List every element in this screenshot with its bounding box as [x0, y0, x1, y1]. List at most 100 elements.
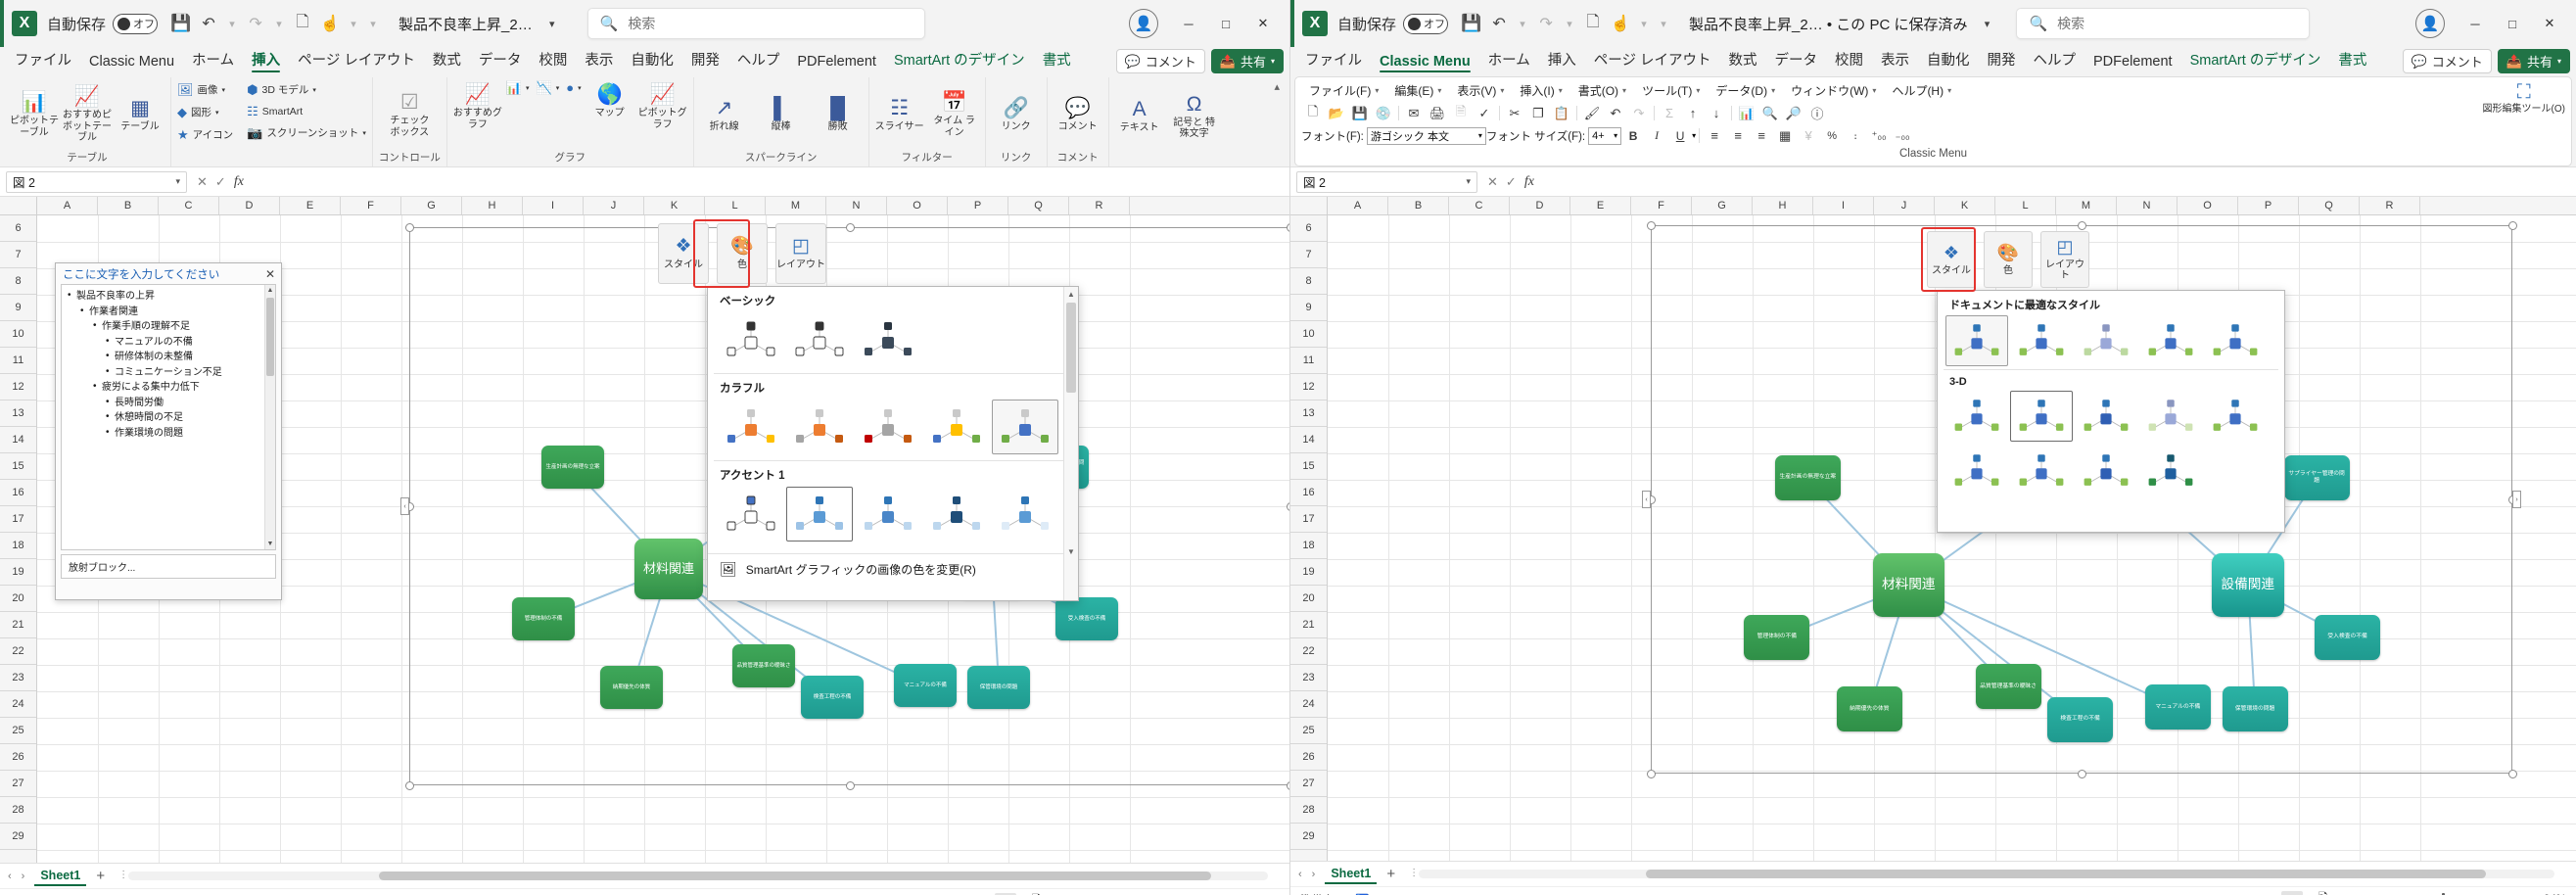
row-header-7[interactable]: 7 — [1290, 242, 1327, 268]
gallery-item-accent1-5[interactable] — [992, 487, 1058, 542]
classic-menu-item-4[interactable]: 書式(O) ▾ — [1570, 82, 1634, 99]
smartart-leaf-node-7[interactable]: 受入検査の不備 — [2315, 614, 2381, 660]
gallery-item-3d-2[interactable] — [2010, 391, 2073, 442]
cut-icon[interactable]: ✂ — [1503, 103, 1526, 123]
screenshot-button[interactable]: 📷 スクリーンショット ▾ — [247, 125, 366, 140]
gallery-item-3d-1[interactable] — [1945, 391, 2008, 442]
align-left-icon[interactable]: ≡ — [1703, 125, 1726, 146]
redo-icon[interactable]: ↷ — [242, 10, 269, 37]
classic-menu-item-3[interactable]: 挿入(I) ▾ — [1512, 82, 1569, 99]
row-header-29[interactable]: 29 — [0, 824, 36, 850]
text-pane-item-7[interactable]: 長時間労働 — [104, 396, 261, 410]
column-header-B[interactable]: B — [98, 197, 159, 214]
slicer-button[interactable]: ☷ スライサー — [875, 95, 924, 133]
gallery-item-3d-8[interactable] — [2075, 446, 2137, 496]
select-all-corner[interactable] — [0, 197, 37, 214]
ribbon-tab-0[interactable]: ファイル — [6, 47, 80, 74]
horizontal-scrollbar[interactable]: ⋮ — [1409, 868, 2554, 878]
row-header-24[interactable]: 24 — [1290, 691, 1327, 718]
formula-enter-icon[interactable]: ✓ — [215, 174, 226, 190]
page-break-icon[interactable]: ▤ — [2344, 891, 2365, 895]
classic-menu-item-7[interactable]: ウィンドウ(W) ▾ — [1783, 82, 1884, 99]
ribbon-tab-7[interactable]: 校閲 — [530, 47, 576, 74]
save-icon[interactable]: 💾 — [1348, 103, 1372, 123]
row-header-22[interactable]: 22 — [0, 638, 36, 665]
smartart-leaf-node-1[interactable]: 管理体制の不備 — [512, 597, 575, 640]
recommended-pivot-button[interactable]: 📈 おすすめピボットテーブル — [63, 83, 112, 144]
column-header-K[interactable]: K — [1935, 197, 1995, 214]
row-header-16[interactable]: 16 — [0, 480, 36, 506]
print-icon[interactable]: 🖨 — [1426, 103, 1449, 123]
smartart-leaf-node-7[interactable]: 受入検査の不備 — [1055, 597, 1118, 640]
save-as-icon[interactable]: 💿 — [1372, 103, 1395, 123]
select-all-corner[interactable] — [1290, 197, 1328, 214]
link-button[interactable]: 🔗 リンク — [992, 95, 1041, 133]
row-header-28[interactable]: 28 — [1290, 797, 1327, 824]
row-header-19[interactable]: 19 — [0, 559, 36, 586]
normal-view-icon[interactable]: ▦ — [2280, 890, 2303, 895]
grid-cells[interactable]: ‹›生産計画の無理な立案管理体制の不備納期優先の体質品質管理基準の曖昧さ検査工程… — [37, 215, 1289, 863]
ribbon-tab-11[interactable]: ヘルプ — [728, 47, 789, 74]
column-header-G[interactable]: G — [1692, 197, 1753, 214]
gallery-item-colorful-1[interactable] — [718, 400, 784, 454]
redo-icon[interactable]: ↷ — [1532, 10, 1560, 37]
smartart-leaf-node-5[interactable]: マニュアルの不備 — [894, 664, 957, 707]
column-header-E[interactable]: E — [280, 197, 341, 214]
row-header-22[interactable]: 22 — [1290, 638, 1327, 665]
comments-button[interactable]: 💬 コメント — [2402, 49, 2492, 73]
account-icon[interactable]: 👤 — [2415, 9, 2445, 38]
ribbon-tab-10[interactable]: 開発 — [1979, 47, 2025, 74]
autosave-toggle[interactable]: オフ — [113, 13, 159, 34]
row-header-7[interactable]: 7 — [0, 242, 36, 268]
gallery-item-accent1-4[interactable] — [923, 487, 990, 542]
recommended-charts-button[interactable]: 📈 おすすめグラフ — [453, 81, 502, 130]
column-header-C[interactable]: C — [1449, 197, 1510, 214]
page-layout-icon[interactable]: 🖹 — [2313, 891, 2334, 895]
row-header-26[interactable]: 26 — [1290, 744, 1327, 771]
search-box[interactable]: 🔍 検索 — [2016, 8, 2311, 39]
row-header-13[interactable]: 13 — [1290, 400, 1327, 427]
title-chevron-down-icon[interactable]: ▾ — [542, 10, 562, 37]
row-header-14[interactable]: 14 — [0, 427, 36, 453]
column-header-R[interactable]: R — [1069, 197, 1130, 214]
icons-button[interactable]: ★ アイコン — [177, 127, 233, 142]
autosave-toggle[interactable]: オフ — [1403, 13, 1449, 34]
undo-icon[interactable]: ↶ — [1604, 103, 1627, 123]
help-icon[interactable]: ⓘ — [1805, 103, 1829, 123]
gallery-item-3d-3[interactable] — [2075, 391, 2137, 442]
paste-icon[interactable]: 📋 — [1550, 103, 1573, 123]
column-header-A[interactable]: A — [1328, 197, 1388, 214]
quickaccess-more-icon[interactable]: ▾ — [363, 10, 383, 37]
comments-button[interactable]: 💬 コメント — [1115, 49, 1205, 73]
smartart-leaf-node-4[interactable]: 検査工程の不備 — [2047, 696, 2114, 742]
worksheet-grid[interactable]: A B C D E F G H I J K L M N O P Q R 6 7 8 9 10 11 12 13 14 15 16 17 18… — [1290, 197, 2576, 861]
smartart-leaf-node-0[interactable]: 生産計画の無理な立案 — [1774, 454, 1841, 500]
align-right-icon[interactable]: ≡ — [1750, 125, 1773, 146]
comment-button[interactable]: 💬 コメント — [1054, 95, 1102, 133]
smartart-colors-gallery[interactable]: ベーシック カラフル アクセント 1 🖼 SmartArt グラフィックの画像の色を変更… — [707, 286, 1079, 601]
row-header-18[interactable]: 18 — [1290, 533, 1327, 559]
maximize-button[interactable]: □ — [1207, 7, 1244, 40]
smartart-leaf-node-8[interactable]: 保管環境の問題 — [967, 666, 1030, 709]
row-header-10[interactable]: 10 — [1290, 321, 1327, 348]
classic-menu-item-6[interactable]: データ(D) ▾ — [1708, 82, 1783, 99]
column-header-H[interactable]: H — [462, 197, 523, 214]
row-header-25[interactable]: 25 — [0, 718, 36, 744]
row-header-13[interactable]: 13 — [0, 400, 36, 427]
text-pane-item-3[interactable]: マニュアルの不備 — [104, 335, 261, 350]
smartart-text-pane[interactable]: ここに文字を入力してください ✕ 製品不良率の上昇作業者関連作業手順の理解不足マニュ… — [55, 262, 282, 600]
column-header-L[interactable]: L — [1995, 197, 2056, 214]
decrease-decimal-icon[interactable]: ₋₀₀ — [1891, 125, 1914, 146]
gallery-item-colorful-5[interactable] — [992, 400, 1058, 454]
row-header-12[interactable]: 12 — [1290, 374, 1327, 400]
scroll-down-icon[interactable]: ▼ — [265, 539, 275, 549]
spellcheck-icon[interactable]: ✓ — [1473, 103, 1496, 123]
pivot-chart-button[interactable]: 📈 ピボットグラフ — [638, 81, 687, 130]
shape-edit-tools-group[interactable]: ⛶ 図形編集ツール(O) — [2483, 81, 2565, 116]
search-box[interactable]: 🔍 検索 — [586, 8, 925, 39]
name-box[interactable]: 図 2 ▾ — [6, 170, 187, 193]
column-header-J[interactable]: J — [1874, 197, 1935, 214]
formula-cancel-icon[interactable]: ✕ — [197, 174, 208, 190]
smartart-leaf-node-3[interactable]: 品質管理基準の曖昧さ — [1975, 663, 2041, 710]
text-pane-scrollbar[interactable]: ▲ ▼ — [264, 285, 275, 549]
